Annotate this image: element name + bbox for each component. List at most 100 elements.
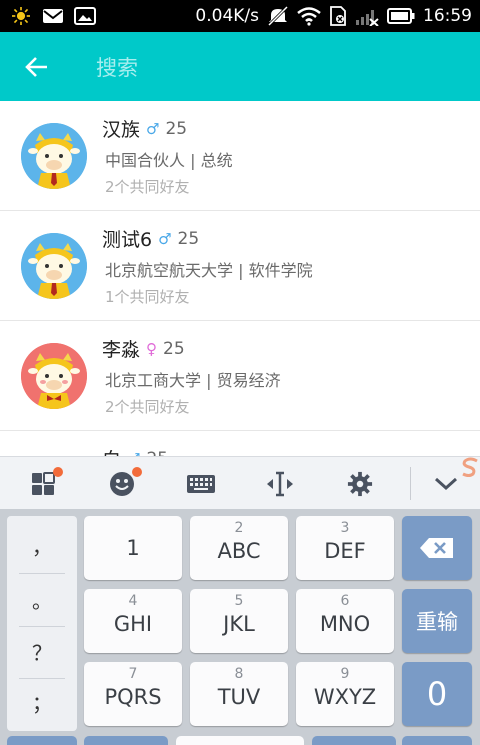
key-1[interactable]: 1 bbox=[84, 516, 182, 580]
key-number: 4 bbox=[128, 593, 138, 609]
contact-name: 白 bbox=[102, 445, 121, 456]
key-label: 0 bbox=[426, 675, 448, 713]
key-number: 3 bbox=[340, 520, 350, 536]
key-9[interactable]: 9 WXYZ bbox=[296, 662, 394, 726]
key-label: MNO bbox=[319, 612, 371, 636]
search-title[interactable]: 搜索 bbox=[96, 52, 138, 82]
contact-name: 测试6 bbox=[102, 229, 153, 251]
key-4[interactable]: 4 GHI bbox=[84, 589, 182, 653]
notification-dot bbox=[132, 467, 142, 477]
symbol-key[interactable]: ？ bbox=[7, 626, 77, 676]
number-switch-key[interactable] bbox=[312, 736, 396, 745]
cow-mascot-icon bbox=[21, 123, 87, 189]
apps-button[interactable] bbox=[13, 457, 73, 510]
back-button[interactable] bbox=[14, 46, 60, 88]
language-key[interactable] bbox=[84, 736, 168, 745]
contact-age: 25 bbox=[146, 449, 168, 457]
mutual-friends: 2个共同好友 bbox=[105, 398, 190, 416]
key-number: 5 bbox=[234, 593, 244, 609]
avatar bbox=[21, 343, 87, 409]
list-item[interactable]: 测试6 ♂ 25 北京航空航天大学 | 软件学院 1个共同好友 bbox=[0, 211, 480, 321]
key-number: 6 bbox=[340, 593, 350, 609]
key-number: 7 bbox=[128, 666, 138, 682]
cow-mascot-icon bbox=[21, 343, 87, 409]
keyboard-icon bbox=[187, 474, 215, 493]
key-6[interactable]: 6 MNO bbox=[296, 589, 394, 653]
key-label: PQRS bbox=[104, 685, 162, 709]
key-0[interactable]: 0 bbox=[402, 662, 472, 726]
key-label: WXYZ bbox=[313, 685, 377, 709]
key-number: 9 bbox=[340, 666, 350, 682]
cow-mascot-icon bbox=[21, 233, 87, 299]
sogou-logo-icon bbox=[462, 457, 478, 477]
toolbar-divider bbox=[410, 467, 411, 500]
avatar bbox=[21, 233, 87, 299]
mail-icon bbox=[43, 9, 63, 23]
backspace-icon bbox=[420, 538, 453, 558]
mutual-friends: 2个共同好友 bbox=[105, 178, 190, 196]
contact-age: 25 bbox=[165, 118, 188, 139]
key-label: 重输 bbox=[416, 610, 458, 634]
contact-age: 25 bbox=[177, 228, 200, 249]
signal-icon bbox=[356, 10, 379, 26]
mute-icon bbox=[267, 6, 289, 26]
arrow-left-icon bbox=[25, 57, 47, 77]
key-label: ABC bbox=[217, 539, 261, 563]
notification-dot bbox=[53, 467, 63, 477]
chevron-down-icon bbox=[434, 477, 458, 490]
contact-org: 北京工商大学 | 贸易经济 bbox=[105, 371, 281, 390]
key-label: DEF bbox=[324, 539, 366, 563]
list-item[interactable]: 白 ♂ 25 bbox=[0, 431, 480, 456]
cursor-icon bbox=[267, 471, 293, 496]
sun-icon bbox=[12, 7, 30, 25]
mutual-friends: 1个共同好友 bbox=[105, 288, 190, 306]
female-icon: ♀ bbox=[146, 339, 158, 358]
clock: 16:59 bbox=[423, 6, 472, 26]
contact-name: 李淼 bbox=[102, 339, 141, 361]
key-7[interactable]: 7 PQRS bbox=[84, 662, 182, 726]
symbol-key[interactable]: 。 bbox=[7, 574, 77, 624]
keyboard-switch-button[interactable] bbox=[171, 457, 231, 510]
search-results-list[interactable]: 汉族 ♂ 25 中国合伙人 | 总统 2个共同好友 测试6 ♂ 25 北京航空航… bbox=[0, 101, 480, 456]
backspace-key[interactable] bbox=[402, 516, 472, 580]
settings-button[interactable] bbox=[330, 457, 390, 510]
sim-icon bbox=[330, 6, 346, 26]
reenter-key[interactable]: 重输 bbox=[402, 589, 472, 653]
male-icon: ♂ bbox=[146, 119, 160, 138]
contact-name: 汉族 bbox=[102, 119, 141, 141]
key-label: JKL bbox=[223, 612, 255, 636]
enter-key[interactable] bbox=[402, 736, 472, 745]
male-icon: ♂ bbox=[158, 229, 172, 248]
keyboard-toolbar bbox=[0, 456, 480, 509]
symbol-key[interactable]: ， bbox=[7, 520, 77, 570]
contact-age: 25 bbox=[163, 338, 185, 359]
key-3[interactable]: 3 DEF bbox=[296, 516, 394, 580]
t9-keyboard: ， 。 ？ ； 1 2 ABC 3 DEF 4 GHI 5 JKL 6 MNO … bbox=[0, 509, 480, 745]
symbol-key[interactable]: ； bbox=[7, 676, 77, 726]
contact-org: 中国合伙人 | 总统 bbox=[105, 151, 233, 170]
key-label: TUV bbox=[217, 685, 261, 709]
status-bar: 0.04K/s 16:59 bbox=[0, 0, 480, 32]
symbols-key[interactable] bbox=[7, 736, 77, 745]
key-2[interactable]: 2 ABC bbox=[190, 516, 288, 580]
emoji-button[interactable] bbox=[92, 457, 152, 510]
wifi-icon bbox=[297, 7, 321, 26]
cursor-button[interactable] bbox=[250, 457, 310, 510]
key-8[interactable]: 8 TUV bbox=[190, 662, 288, 726]
image-icon bbox=[74, 7, 96, 25]
key-label: 1 bbox=[126, 536, 140, 560]
key-number: 8 bbox=[234, 666, 244, 682]
key-number: 2 bbox=[234, 520, 244, 536]
key-label: GHI bbox=[113, 612, 153, 636]
space-key[interactable] bbox=[176, 736, 304, 745]
list-item[interactable]: 李淼 ♀ 25 北京工商大学 | 贸易经济 2个共同好友 bbox=[0, 321, 480, 431]
network-speed: 0.04K/s bbox=[195, 6, 259, 26]
symbol-column[interactable]: ， 。 ？ ； bbox=[7, 516, 77, 731]
contact-org: 北京航空航天大学 | 软件学院 bbox=[105, 261, 313, 280]
gear-icon bbox=[347, 471, 373, 496]
battery-icon bbox=[387, 8, 415, 24]
app-bar: 搜索 bbox=[0, 32, 480, 101]
list-item[interactable]: 汉族 ♂ 25 中国合伙人 | 总统 2个共同好友 bbox=[0, 101, 480, 211]
key-5[interactable]: 5 JKL bbox=[190, 589, 288, 653]
avatar bbox=[21, 123, 87, 189]
